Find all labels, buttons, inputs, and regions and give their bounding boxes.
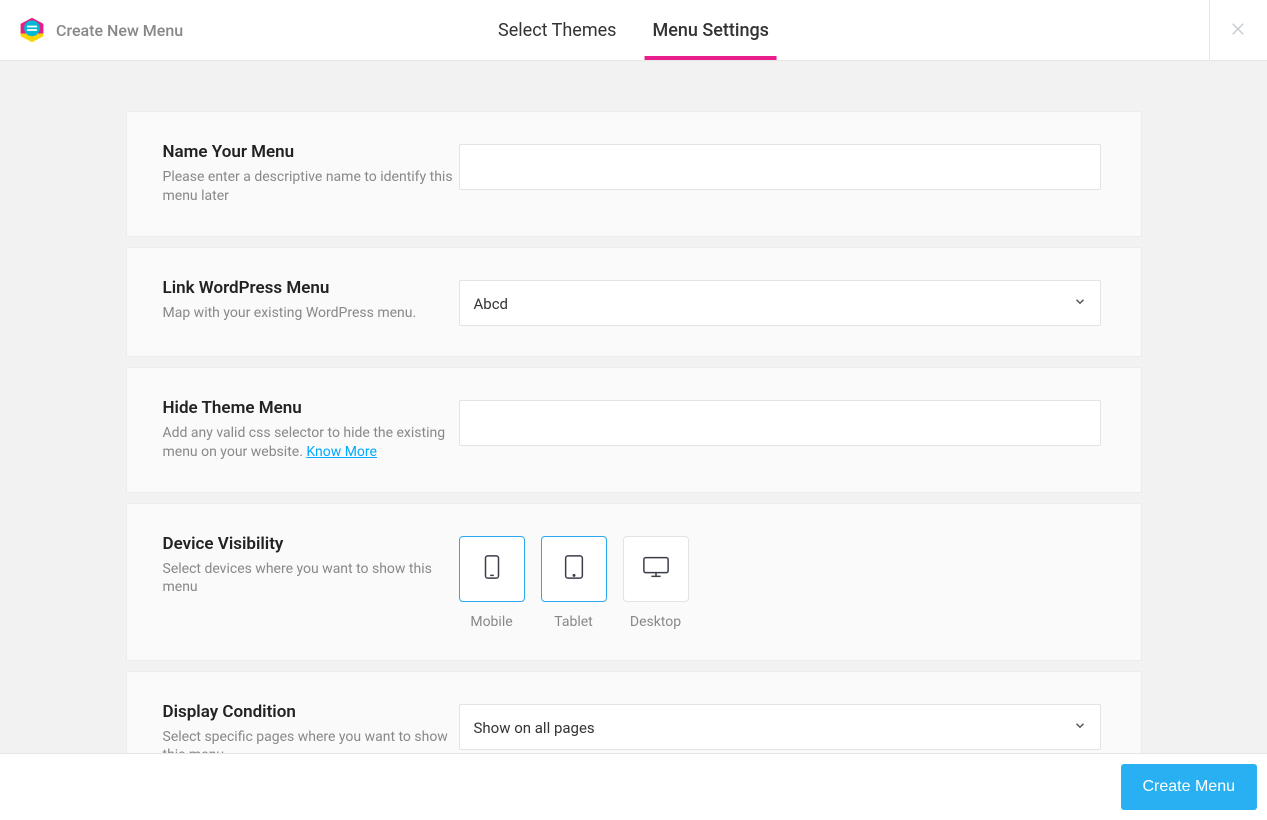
hide-menu-desc-text: Add any valid css selector to hide the e… (163, 425, 446, 460)
link-wp-title: Link WordPress Menu (163, 278, 459, 298)
menu-name-input[interactable] (459, 144, 1101, 190)
display-condition-value: Show on all pages (459, 704, 1101, 750)
tablet-icon (562, 554, 586, 584)
wp-menu-select-value: Abcd (459, 280, 1101, 326)
tab-menu-settings[interactable]: Menu Settings (652, 0, 769, 60)
device-desktop[interactable]: Desktop (623, 536, 689, 630)
device-mobile[interactable]: Mobile (459, 536, 525, 630)
hide-menu-desc: Add any valid css selector to hide the e… (163, 424, 459, 462)
tabs: Select Themes Menu Settings (498, 0, 769, 60)
device-tablet[interactable]: Tablet (541, 536, 607, 630)
panel-device-visibility: Device Visibility Select devices where y… (126, 503, 1142, 661)
close-icon (1230, 20, 1248, 42)
device-tablet-label: Tablet (554, 614, 592, 630)
device-options: Mobile Tablet Desk (459, 536, 689, 630)
header: Create New Menu Select Themes Menu Setti… (0, 0, 1267, 61)
name-menu-title: Name Your Menu (163, 142, 459, 162)
mobile-icon (482, 554, 502, 584)
panel-link-wp-menu: Link WordPress Menu Map with your existi… (126, 247, 1142, 357)
link-wp-desc: Map with your existing WordPress menu. (163, 304, 459, 323)
device-desc: Select devices where you want to show th… (163, 560, 459, 598)
wp-menu-select[interactable]: Abcd (459, 280, 1101, 326)
display-condition-select[interactable]: Show on all pages (459, 704, 1101, 750)
hide-css-input[interactable] (459, 400, 1101, 446)
display-cond-desc: Select specific pages where you want to … (163, 728, 459, 753)
footer: Create Menu (0, 753, 1267, 820)
header-left: Create New Menu (0, 16, 183, 44)
desktop-icon (642, 555, 670, 583)
app-logo-icon (18, 16, 46, 44)
device-title: Device Visibility (163, 534, 459, 554)
device-desktop-label: Desktop (630, 614, 681, 630)
create-menu-button[interactable]: Create Menu (1121, 764, 1258, 810)
display-cond-title: Display Condition (163, 702, 459, 722)
page-title: Create New Menu (56, 21, 183, 40)
panel-display-condition: Display Condition Select specific pages … (126, 671, 1142, 753)
know-more-link[interactable]: Know More (306, 444, 377, 460)
content-scroll[interactable]: Name Your Menu Please enter a descriptiv… (0, 61, 1267, 753)
tab-select-themes[interactable]: Select Themes (498, 0, 616, 60)
panel-hide-theme-menu: Hide Theme Menu Add any valid css select… (126, 367, 1142, 493)
panel-name-menu: Name Your Menu Please enter a descriptiv… (126, 111, 1142, 237)
hide-menu-title: Hide Theme Menu (163, 398, 459, 418)
device-mobile-label: Mobile (470, 614, 512, 630)
name-menu-desc: Please enter a descriptive name to ident… (163, 168, 459, 206)
close-button[interactable] (1209, 0, 1267, 61)
